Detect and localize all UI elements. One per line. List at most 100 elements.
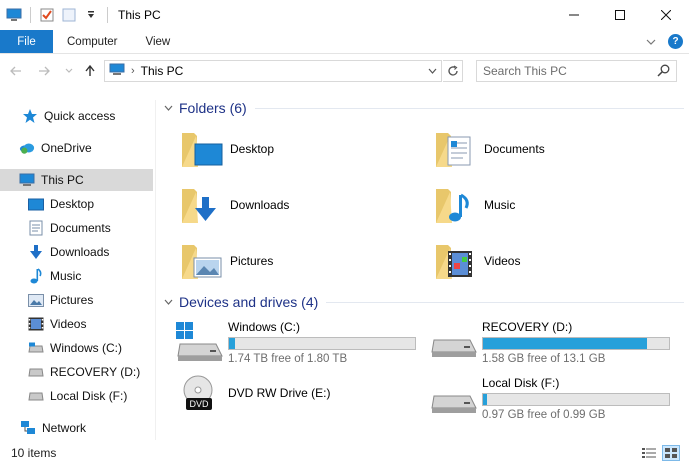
group-divider (326, 301, 684, 303)
nav-item-windows-c[interactable]: Windows (C:) (28, 337, 152, 359)
folder-documents-icon (434, 127, 478, 171)
new-folder-icon[interactable] (61, 7, 77, 23)
navigation-pane: Quick access OneDrive This PC Desktop Do… (0, 100, 156, 440)
quick-access-toolbar (0, 7, 110, 23)
nav-item-this-pc[interactable]: This PC (0, 169, 153, 191)
help-icon[interactable]: ? (668, 34, 683, 49)
properties-icon[interactable] (39, 7, 55, 23)
recent-locations-button[interactable] (62, 64, 76, 78)
nav-item-quick-access[interactable]: Quick access (22, 105, 152, 127)
chevron-down-icon[interactable] (164, 103, 173, 114)
nav-item-label: RECOVERY (D:) (50, 365, 141, 379)
nav-item-desktop[interactable]: Desktop (28, 193, 152, 215)
maximize-button[interactable] (597, 0, 643, 30)
content-pane: Folders (6) Desktop Documents Downloads … (158, 94, 689, 440)
drive-tile-local-disk-f[interactable]: Local Disk (F:) 0.97 GB free of 0.99 GB (412, 372, 670, 422)
details-view-icon (642, 448, 656, 458)
status-bar: 10 items (0, 441, 689, 465)
close-button[interactable] (643, 0, 689, 30)
folder-tile-documents[interactable]: Documents (434, 124, 545, 174)
group-header-folders[interactable]: Folders (6) (164, 98, 684, 118)
drive-usage-bar (482, 337, 670, 350)
nav-item-label: Downloads (50, 245, 110, 259)
search-box[interactable] (476, 60, 677, 82)
cloud-icon (19, 140, 35, 156)
drive-icon (28, 388, 44, 404)
nav-item-downloads[interactable]: Downloads (28, 241, 152, 263)
drive-label: Local Disk (F:) (482, 376, 560, 390)
folder-label: Desktop (230, 142, 275, 156)
group-header-label: Folders (6) (179, 100, 247, 116)
breadcrumb-chevron-icon[interactable]: › (131, 65, 135, 77)
star-icon (22, 108, 38, 124)
tiles-view-button[interactable] (662, 445, 680, 461)
nav-item-videos[interactable]: Videos (28, 313, 152, 335)
nav-item-network[interactable]: Network (20, 417, 152, 439)
drive-usage-bar (228, 337, 416, 350)
computer-icon[interactable] (6, 7, 22, 23)
folder-label: Pictures (230, 254, 274, 268)
tab-file[interactable]: File (0, 30, 53, 53)
refresh-icon (447, 65, 458, 76)
title-bar: This PC (0, 0, 689, 30)
nav-item-label: Documents (50, 221, 111, 235)
chevron-down-icon[interactable] (164, 297, 173, 308)
drive-label: RECOVERY (D:) (482, 320, 573, 334)
address-dropdown-button[interactable] (425, 64, 439, 78)
address-bar[interactable]: › This PC (104, 60, 442, 82)
folder-label: Documents (484, 142, 545, 156)
details-view-button[interactable] (641, 446, 657, 460)
folder-videos-icon (434, 239, 478, 283)
folder-pictures-icon (180, 239, 224, 283)
group-header-devices[interactable]: Devices and drives (4) (164, 292, 684, 312)
up-button[interactable] (83, 64, 97, 78)
folder-tile-pictures[interactable]: Pictures (180, 236, 273, 286)
search-icon[interactable] (657, 64, 670, 80)
nav-item-label: Windows (C:) (50, 341, 123, 355)
folder-music-icon (434, 183, 478, 227)
nav-item-recovery-d[interactable]: RECOVERY (D:) (28, 361, 152, 383)
minimize-button[interactable] (551, 0, 597, 30)
nav-item-label: OneDrive (41, 141, 92, 155)
drive-tile-recovery-d[interactable]: RECOVERY (D:) 1.58 GB free of 13.1 GB (412, 316, 670, 366)
customize-toolbar-icon[interactable] (83, 7, 99, 23)
nav-item-pictures[interactable]: Pictures (28, 289, 152, 311)
folder-label: Downloads (230, 198, 290, 212)
back-button[interactable] (9, 64, 23, 78)
folder-tile-downloads[interactable]: Downloads (180, 180, 289, 230)
drive-tile-windows-c[interactable]: Windows (C:) 1.74 TB free of 1.80 TB (158, 316, 416, 366)
toolbar-separator (107, 7, 108, 23)
drive-icon (28, 364, 44, 380)
tab-view[interactable]: View (132, 30, 185, 53)
refresh-button[interactable] (443, 60, 463, 82)
expand-ribbon-button[interactable] (646, 35, 656, 49)
item-count: 10 items (11, 446, 57, 460)
folder-tile-music[interactable]: Music (434, 180, 515, 230)
folder-tile-desktop[interactable]: Desktop (180, 124, 274, 174)
drive-icon (430, 378, 478, 418)
folder-label: Music (484, 198, 516, 212)
chevron-down-icon (646, 39, 656, 45)
nav-item-music[interactable]: Music (28, 265, 152, 287)
nav-item-documents[interactable]: Documents (28, 217, 152, 239)
nav-item-onedrive[interactable]: OneDrive (19, 137, 152, 159)
search-input[interactable] (483, 64, 653, 78)
drive-tile-dvd-e[interactable]: DVD DVD RW Drive (E:) (158, 372, 408, 422)
nav-item-label: Pictures (50, 293, 94, 307)
drive-usage-fill (229, 338, 236, 349)
nav-item-label: Music (50, 269, 82, 283)
folder-tile-videos[interactable]: Videos (434, 236, 520, 286)
arrow-right-icon (39, 66, 50, 76)
view-switcher (641, 445, 680, 461)
tab-computer[interactable]: Computer (53, 30, 132, 53)
forward-button[interactable] (37, 64, 51, 78)
desktop-icon (28, 196, 44, 212)
close-icon (661, 10, 671, 20)
drive-usage-fill (483, 338, 647, 349)
breadcrumb[interactable]: This PC (141, 64, 184, 78)
maximize-icon (615, 10, 625, 20)
tiles-view-icon (665, 448, 677, 458)
drive-usage-bar (482, 393, 670, 406)
nav-item-local-disk-f[interactable]: Local Disk (F:) (28, 385, 152, 407)
group-divider (254, 107, 684, 109)
